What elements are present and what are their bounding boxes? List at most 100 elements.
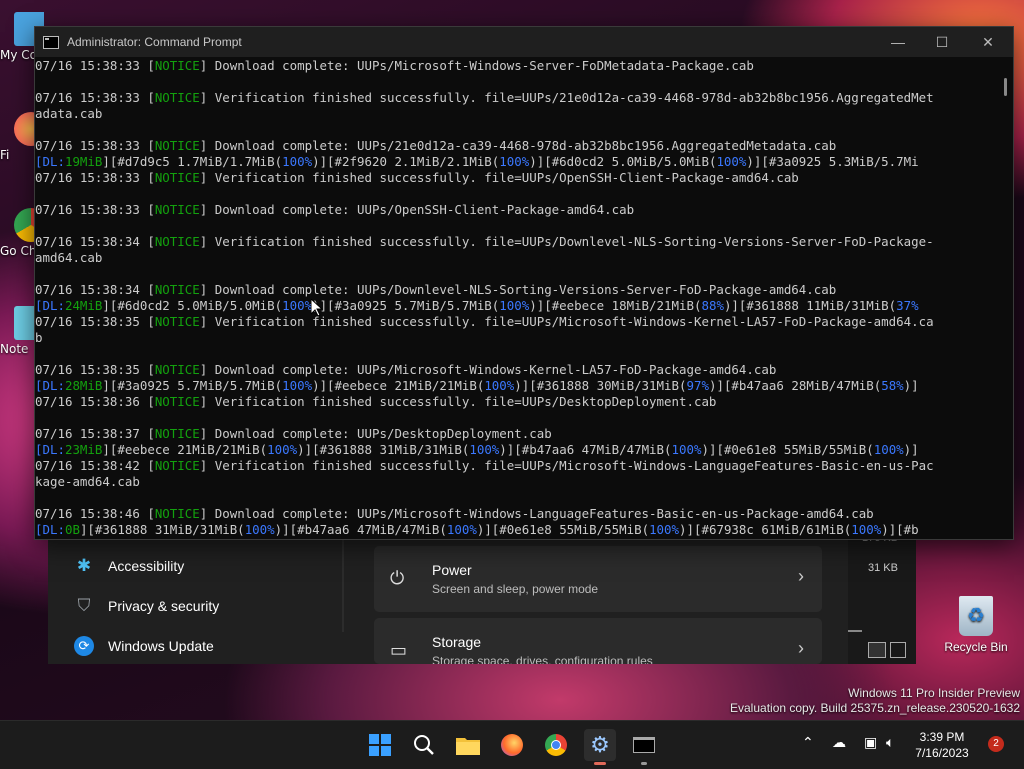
- console-text: ] Verification finished successfully. fi…: [199, 90, 934, 105]
- recycle-bin-icon: ♻: [959, 596, 993, 636]
- console-line: 07/16 15:38:34 [NOTICE] Verification fin…: [35, 234, 999, 250]
- console-text: 07/16 15:38:33 [: [35, 90, 155, 105]
- settings-nav: ✱ Accessibility ⛉ Privacy & security ⟳ W…: [48, 536, 342, 664]
- console-line: 07/16 15:38:33 [NOTICE] Download complet…: [35, 202, 999, 218]
- console-text: [DL:: [35, 298, 65, 313]
- console-text: ][#361888 31MiB/31MiB(: [79, 522, 245, 537]
- chevron-right-icon: ›: [798, 638, 804, 658]
- settings-card-power[interactable]: ⏻ Power Screen and sleep, power mode ›: [374, 546, 822, 612]
- console-text: 97%: [686, 378, 709, 393]
- search-button[interactable]: [408, 729, 440, 761]
- title-bar[interactable]: Administrator: Command Prompt — ☐ ✕: [35, 27, 1013, 57]
- console-line: 07/16 15:38:42 [NOTICE] Verification fin…: [35, 458, 999, 474]
- console-text: 100%: [873, 442, 904, 457]
- settings-card-storage[interactable]: ▭ Storage Storage space, drives, configu…: [374, 618, 822, 664]
- build-watermark-line1: Windows 11 Pro Insider Preview: [848, 686, 1020, 700]
- console-text: 100%: [851, 522, 882, 537]
- console-line: 07/16 15:38:33 [NOTICE] Verification fin…: [35, 90, 999, 106]
- display-icon[interactable]: ▣: [864, 735, 877, 751]
- card-title: Storage: [432, 634, 482, 650]
- console-text: 100%: [716, 154, 747, 169]
- console-text: 28MiB: [64, 378, 103, 393]
- console-line: b: [35, 330, 999, 346]
- console-text: b: [35, 330, 43, 345]
- settings-window: ✱ Accessibility ⛉ Privacy & security ⟳ W…: [48, 536, 848, 664]
- build-watermark-line2: Evaluation copy. Build 25375.zn_release.…: [730, 701, 1020, 715]
- update-icon: ⟳: [74, 636, 94, 656]
- chrome-icon: [545, 734, 567, 756]
- console-text: ][#eebece 21MiB/21MiB(: [102, 442, 268, 457]
- console-text: 07/16 15:38:34 [: [35, 282, 155, 297]
- console-text: ][#d7d9c5 1.7MiB/1.7MiB(: [102, 154, 283, 169]
- minimize-button[interactable]: —: [875, 27, 921, 57]
- console-text: )][#0e61e8 55MiB/55MiB(: [701, 442, 874, 457]
- tiles-view-icon[interactable]: [890, 642, 906, 658]
- console-text: )]: [903, 378, 919, 393]
- nav-divider: [342, 536, 344, 632]
- console-text: 100%: [469, 442, 500, 457]
- nav-item-label: Accessibility: [108, 558, 185, 574]
- settings-button[interactable]: ⚙: [584, 729, 616, 765]
- chevron-up-icon[interactable]: ⌃: [802, 735, 814, 751]
- console-text: 100%: [282, 154, 313, 169]
- console-text: NOTICE: [154, 506, 200, 521]
- console-text: )][#67938c 61MiB/61MiB(: [679, 522, 852, 537]
- console-text: 100%: [282, 378, 313, 393]
- console-line: 07/16 15:38:35 [NOTICE] Download complet…: [35, 362, 999, 378]
- file-explorer-button[interactable]: [452, 729, 484, 761]
- console-text: ] Verification finished successfully. fi…: [199, 394, 717, 409]
- storage-icon: ▭: [390, 640, 408, 660]
- console-line: 07/16 15:38:33 [NOTICE] Verification fin…: [35, 170, 999, 186]
- console-text: )][#b47aa6 28MiB/47MiB(: [708, 378, 882, 393]
- system-clock[interactable]: 3:39 PM 7/16/2023: [908, 729, 976, 761]
- terminal-icon: [633, 737, 655, 753]
- network-off-icon[interactable]: ☁: [832, 735, 846, 751]
- console-text: )][#eebece 21MiB/21MiB(: [312, 378, 485, 393]
- notification-badge[interactable]: 2: [988, 736, 1004, 752]
- console-text: 07/16 15:38:37 [: [35, 426, 155, 441]
- console-text: 100%: [499, 154, 530, 169]
- console-text: NOTICE: [154, 394, 200, 409]
- console-text: NOTICE: [154, 90, 200, 105]
- file-explorer-window: 176 KB 31 KB: [848, 532, 916, 664]
- command-prompt-window[interactable]: Administrator: Command Prompt — ☐ ✕ 07/1…: [34, 26, 1014, 540]
- nav-item-accessibility[interactable]: ✱ Accessibility: [74, 550, 184, 582]
- nav-item-windows-update[interactable]: ⟳ Windows Update: [74, 630, 214, 662]
- console-text: 07/16 15:38:33 [: [35, 170, 155, 185]
- scrollbar[interactable]: [848, 630, 862, 632]
- console-line: [DL:24MiB][#6d0cd2 5.0MiB/5.0MiB(100%)][…: [35, 298, 999, 314]
- console-text: )][#2f9620 2.1MiB/2.1MiB(: [312, 154, 500, 169]
- nav-item-privacy-security[interactable]: ⛉ Privacy & security: [74, 590, 220, 622]
- console-line: kage-amd64.cab: [35, 474, 999, 490]
- card-subtitle: Screen and sleep, power mode: [432, 582, 599, 596]
- scrollbar[interactable]: [999, 58, 1013, 539]
- desktop-icon-label: Fi: [0, 148, 10, 162]
- console-text: 07/16 15:38:36 [: [35, 394, 155, 409]
- details-view-icon[interactable]: [868, 642, 886, 658]
- volume-icon[interactable]: 🔈︎: [886, 735, 894, 751]
- console-line: 07/16 15:38:46 [NOTICE] Download complet…: [35, 506, 999, 522]
- terminal-button[interactable]: [628, 729, 660, 765]
- console-line: amd64.cab: [35, 250, 999, 266]
- console-text: 58%: [881, 378, 904, 393]
- firefox-button[interactable]: [496, 729, 528, 761]
- card-title: Power: [432, 562, 472, 578]
- mouse-cursor-icon: [311, 299, 323, 317]
- scrollbar-thumb[interactable]: [1004, 78, 1007, 96]
- shield-icon: ⛉: [77, 596, 91, 615]
- search-icon: [414, 735, 434, 755]
- console-text: )][#eebece 18MiB/21MiB(: [529, 298, 702, 313]
- file-explorer-icon: [456, 738, 480, 755]
- start-button[interactable]: [364, 729, 396, 761]
- console-line: 07/16 15:38:33 [NOTICE] Download complet…: [35, 138, 999, 154]
- desktop-icon-recycle-bin[interactable]: ♻ Recycle Bin: [944, 596, 1008, 654]
- console-text: 23MiB: [64, 442, 103, 457]
- console-text: NOTICE: [154, 170, 200, 185]
- close-button[interactable]: ✕: [965, 27, 1011, 57]
- chrome-button[interactable]: [540, 729, 572, 761]
- maximize-button[interactable]: ☐: [919, 27, 965, 57]
- console-output[interactable]: 07/16 15:38:33 [NOTICE] Download complet…: [35, 58, 999, 539]
- console-line: [DL:23MiB][#eebece 21MiB/21MiB(100%)][#3…: [35, 442, 999, 458]
